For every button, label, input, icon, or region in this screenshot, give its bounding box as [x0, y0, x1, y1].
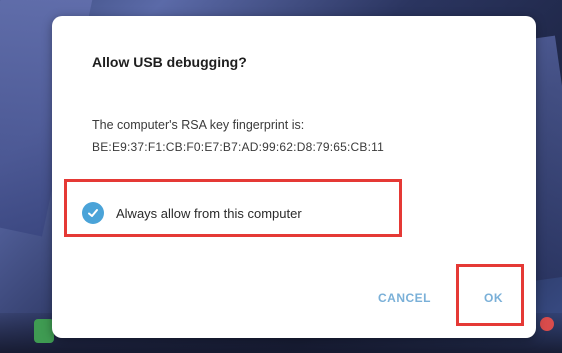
- checkbox-label: Always allow from this computer: [116, 205, 302, 221]
- checkmark-icon[interactable]: [82, 202, 104, 224]
- dialog-title: Allow USB debugging?: [92, 54, 247, 70]
- cancel-button[interactable]: CANCEL: [378, 291, 431, 305]
- usb-debugging-dialog: Allow USB debugging? The computer's RSA …: [52, 16, 536, 338]
- always-allow-checkbox[interactable]: Always allow from this computer: [82, 198, 302, 228]
- ok-button[interactable]: OK: [484, 291, 503, 305]
- dock-app-icon: [34, 319, 54, 343]
- dialog-message: The computer's RSA key fingerprint is:: [92, 118, 305, 132]
- dock-app-icon: [540, 317, 554, 331]
- rsa-fingerprint: BE:E9:37:F1:CB:F0:E7:B7:AD:99:62:D8:79:6…: [92, 140, 385, 154]
- phone-screen: Allow USB debugging? The computer's RSA …: [0, 0, 562, 353]
